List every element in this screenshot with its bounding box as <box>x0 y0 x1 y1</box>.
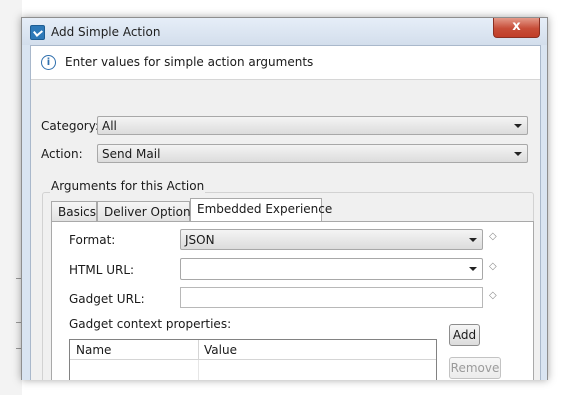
gadget-url-label: Gadget URL: <box>69 292 145 306</box>
format-value: JSON <box>185 233 215 247</box>
format-dropdown[interactable]: JSON <box>180 229 483 250</box>
field-decoration-icon: ◇ <box>489 290 497 301</box>
tab-embedded-experience[interactable]: Embedded Experience <box>190 198 332 221</box>
column-header-name[interactable]: Name <box>70 340 199 360</box>
category-label: Category: <box>41 119 99 133</box>
gadget-context-label: Gadget context properties: <box>69 317 232 331</box>
dialog-client-area: i Enter values for simple action argumen… <box>30 45 541 380</box>
window-title: Add Simple Action <box>51 25 161 39</box>
add-simple-action-dialog: Add Simple Action x i Enter values for s… <box>21 17 548 380</box>
title-bar[interactable]: Add Simple Action x <box>22 18 547 45</box>
action-label: Action: <box>41 147 83 161</box>
info-icon: i <box>41 55 56 70</box>
column-header-value[interactable]: Value <box>198 340 436 360</box>
tab-deliver-options[interactable]: Deliver Options <box>97 201 197 221</box>
background-app-strip <box>0 0 22 395</box>
gadget-url-input[interactable] <box>180 287 483 308</box>
remove-button[interactable]: Remove <box>449 357 501 379</box>
table-column-divider <box>198 360 199 380</box>
chevron-down-icon <box>469 267 477 271</box>
close-button[interactable]: x <box>493 18 540 38</box>
field-decoration-icon: ◇ <box>489 231 497 242</box>
html-url-combobox[interactable] <box>180 258 483 280</box>
add-button[interactable]: Add <box>449 324 480 346</box>
embedded-experience-panel: Format: JSON ◇ HTML URL: ◇ Gadget URL: ◇… <box>51 221 534 380</box>
arguments-group-title: Arguments for this Action <box>50 179 206 193</box>
chevron-down-icon <box>514 152 522 156</box>
category-value: All <box>102 119 117 133</box>
message-text: Enter values for simple action arguments <box>65 55 314 69</box>
category-dropdown[interactable]: All <box>97 116 528 135</box>
html-url-label: HTML URL: <box>69 263 135 277</box>
context-properties-table[interactable]: Name Value <box>69 339 437 380</box>
chevron-down-icon <box>514 124 522 128</box>
tab-basics[interactable]: Basics <box>51 201 97 221</box>
format-label: Format: <box>69 233 116 247</box>
field-decoration-icon: ◇ <box>489 261 497 272</box>
action-value: Send Mail <box>102 147 161 161</box>
chevron-down-icon <box>469 238 477 242</box>
app-icon <box>30 25 45 40</box>
action-dropdown[interactable]: Send Mail <box>97 144 528 163</box>
message-area: i Enter values for simple action argumen… <box>31 46 540 80</box>
